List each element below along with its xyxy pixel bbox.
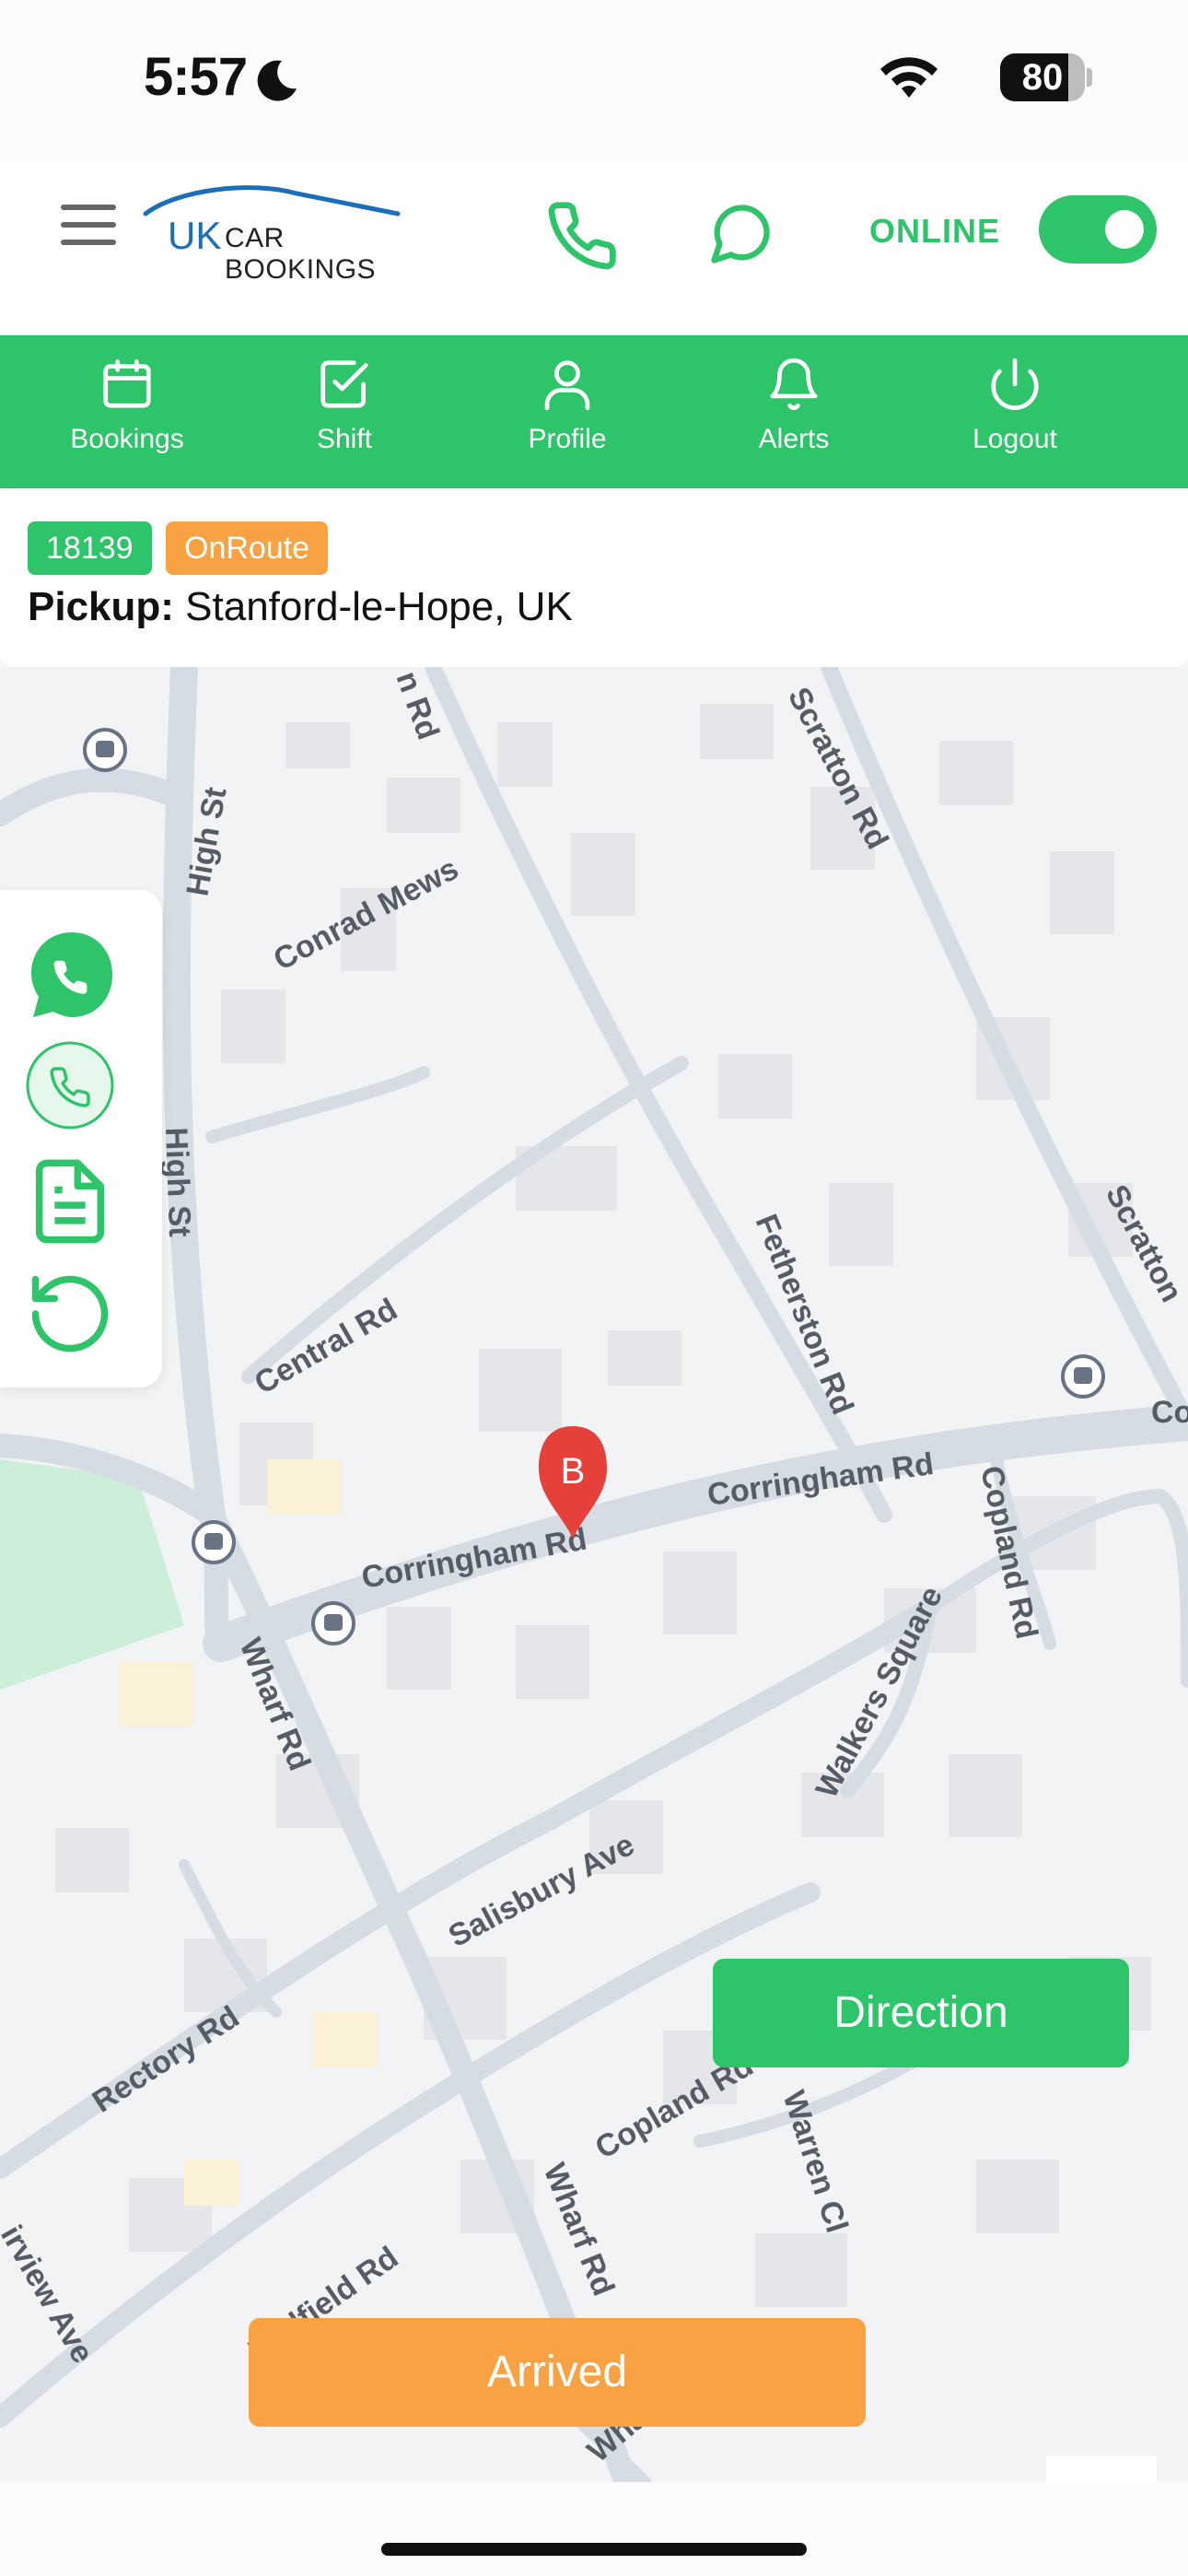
street-label: Walkers Square — [809, 1581, 950, 1804]
phone-icon[interactable] — [545, 199, 619, 273]
nav-label: Logout — [973, 424, 1057, 454]
bus-stop-icon — [311, 1601, 355, 1645]
street-label: irview Ave — [0, 2219, 100, 2369]
street-label: High St — [158, 1127, 197, 1237]
chat-icon[interactable] — [705, 199, 775, 269]
battery-level: 80 — [1021, 57, 1064, 98]
user-icon — [544, 360, 590, 411]
bottom-safe-area — [0, 2482, 1188, 2576]
phone-call-icon[interactable] — [24, 1039, 116, 1131]
calendar-icon — [103, 359, 151, 408]
marker-label: B — [561, 1451, 586, 1492]
street-label: Co — [1151, 1395, 1188, 1430]
pickup-value: Stanford-le-Hope, UK — [185, 584, 573, 629]
pickup-label: Pickup: — [28, 584, 174, 629]
power-icon — [991, 357, 1039, 410]
nav-shift[interactable]: Shift — [252, 356, 437, 455]
street-label: Rectory Rd — [87, 1999, 246, 2120]
nav-alerts[interactable]: Alerts — [702, 356, 886, 455]
whatsapp-icon[interactable] — [24, 927, 120, 1023]
nav-label: Alerts — [758, 424, 830, 454]
home-indicator[interactable] — [381, 2543, 807, 2556]
battery-indicator: 80 — [1000, 53, 1085, 101]
logo-secondary: CAR BOOKINGS — [225, 223, 377, 285]
direction-button[interactable]: Direction — [713, 1959, 1129, 2067]
nav-label: Shift — [316, 424, 373, 454]
status-time: 5:57 — [144, 47, 248, 107]
map-canvas: High St High St Conrad Mews Central Rd C… — [0, 667, 1188, 2482]
street-label: Corringham Rd — [359, 1521, 589, 1595]
checkbox-icon — [320, 360, 368, 408]
moon-icon — [257, 60, 297, 101]
app-logo: UK CAR BOOKINGS — [140, 181, 407, 285]
toggle-knob — [1105, 210, 1144, 249]
bus-stop-icon — [83, 728, 127, 772]
arrived-button[interactable]: Arrived — [249, 2318, 866, 2427]
menu-icon[interactable] — [61, 205, 116, 245]
booking-status-badge: OnRoute — [166, 521, 329, 575]
map-view[interactable]: High St High St Conrad Mews Central Rd C… — [0, 667, 1188, 2482]
street-label: Salisbury Ave — [443, 1827, 640, 1954]
main-nav: Bookings Shift Profile Alerts Logout — [0, 335, 1188, 488]
online-status-label: ONLINE — [869, 212, 1001, 250]
refresh-icon[interactable] — [24, 1268, 116, 1360]
wifi-icon — [880, 57, 938, 98]
nav-profile[interactable]: Profile — [475, 356, 659, 455]
bus-stop-icon — [1061, 1354, 1105, 1399]
nav-label: Profile — [528, 424, 607, 454]
booking-id-badge: 18139 — [28, 521, 152, 575]
document-icon[interactable] — [24, 1155, 116, 1247]
pickup-address: Pickup: Stanford-le-Hope, UK — [28, 584, 573, 630]
bus-stop-icon — [192, 1520, 236, 1564]
map-attribution-box — [1046, 2456, 1157, 2484]
nav-logout[interactable]: Logout — [923, 356, 1107, 455]
booking-card — [0, 488, 1188, 667]
online-toggle[interactable] — [1039, 195, 1157, 263]
logo-primary: UK — [168, 214, 222, 257]
quick-actions-panel — [0, 890, 162, 1388]
nav-bookings[interactable]: Bookings — [35, 356, 219, 455]
battery-nub — [1087, 68, 1092, 87]
nav-label: Bookings — [70, 424, 184, 454]
street-label: Warren Cl — [775, 2087, 854, 2237]
bell-icon — [770, 357, 818, 410]
